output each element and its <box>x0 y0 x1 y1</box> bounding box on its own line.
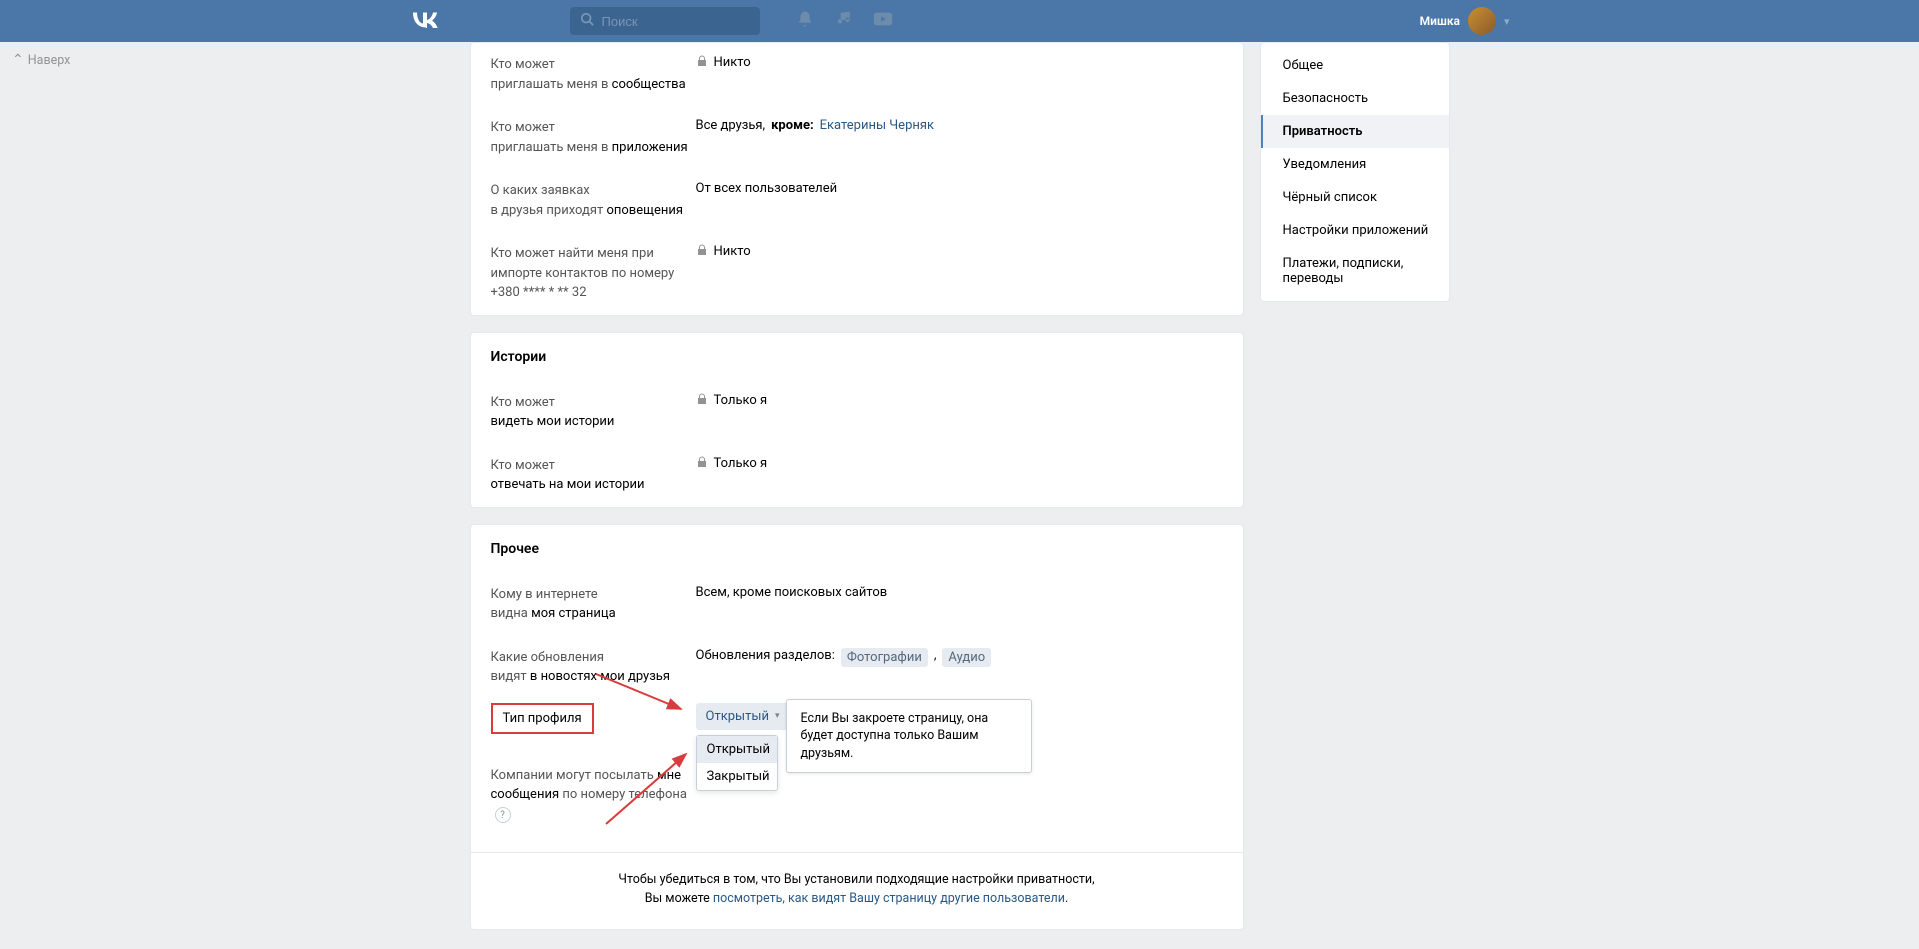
sidebar-item-payments[interactable]: Платежи, подписки, переводы <box>1261 247 1449 295</box>
dropdown-option-closed[interactable]: Закрытый <box>697 763 777 790</box>
sidebar-item-privacy[interactable]: Приватность <box>1261 115 1449 148</box>
section-title-stories: Истории <box>471 333 1243 381</box>
setting-value[interactable]: Никто <box>696 244 1223 303</box>
dropdown-option-open[interactable]: Открытый <box>697 736 777 763</box>
search-icon <box>580 12 594 30</box>
tag-photos[interactable]: Фотографии <box>841 648 928 667</box>
video-icon[interactable] <box>872 10 894 32</box>
profile-type-label-highlighted: Тип профиля <box>491 703 594 734</box>
avatar <box>1468 7 1496 35</box>
chevron-down-icon: ▾ <box>1504 15 1510 28</box>
chevron-up-icon: ⌃ <box>12 52 24 68</box>
tag-audio[interactable]: Аудио <box>942 648 991 667</box>
setting-friend-notifications: О каких заявках в друзья приходят оповещ… <box>471 169 1243 232</box>
setting-value[interactable]: Только я <box>696 456 1223 495</box>
settings-card-other: Прочее Кому в интернете видна моя страни… <box>470 524 1244 930</box>
lock-icon <box>696 456 708 471</box>
setting-invite-communities: Кто может приглашать меня в сообщества Н… <box>471 43 1243 106</box>
search-input[interactable] <box>594 14 778 29</box>
footer-link[interactable]: посмотреть, как видят Вашу страницу друг… <box>713 891 1065 906</box>
back-to-top[interactable]: ⌃ Наверх <box>12 52 70 68</box>
setting-news-updates: Какие обновления видят в новостях мои др… <box>471 636 1243 699</box>
caret-down-icon: ▾ <box>775 711 780 721</box>
sidebar-item-blacklist[interactable]: Чёрный список <box>1261 181 1449 214</box>
setting-value[interactable]: Только я <box>696 393 1223 432</box>
header: Мишка ▾ <box>0 0 1919 42</box>
notifications-icon[interactable] <box>796 10 814 32</box>
setting-stories-view: Кто может видеть мои истории Только я <box>471 381 1243 444</box>
settings-sidebar: Общее Безопасность Приватность Уведомлен… <box>1260 42 1450 302</box>
setting-page-visible: Кому в интернете видна моя страница Всем… <box>471 573 1243 636</box>
setting-contact-import: Кто может найти меня при импорте контакт… <box>471 232 1243 315</box>
sidebar-item-notifications[interactable]: Уведомления <box>1261 148 1449 181</box>
help-icon[interactable]: ? <box>495 807 511 823</box>
setting-value[interactable]: Обновления разделов: Фотографии, Аудио <box>696 648 1223 687</box>
sidebar-item-general[interactable]: Общее <box>1261 49 1449 82</box>
footer-text: Чтобы убедиться в том, что Вы установили… <box>471 852 1243 929</box>
sidebar-item-security[interactable]: Безопасность <box>1261 82 1449 115</box>
setting-value[interactable]: Никто <box>696 55 1223 94</box>
setting-profile-type: Тип профиля Открытый ▾ Открытый Закрытый… <box>471 699 1243 738</box>
profile-type-tooltip: Если Вы закроете страницу, она будет дос… <box>786 699 1032 774</box>
lock-icon <box>696 244 708 259</box>
setting-stories-reply: Кто может отвечать на мои истории Только… <box>471 444 1243 507</box>
setting-value[interactable]: Всем, кроме поисковых сайтов <box>696 585 1223 624</box>
settings-card-privacy: Кто может приглашать меня в сообщества Н… <box>470 42 1244 316</box>
lock-icon <box>696 55 708 70</box>
music-icon[interactable] <box>834 10 852 32</box>
profile-type-dropdown-list: Открытый Закрытый <box>696 735 778 791</box>
search-box[interactable] <box>570 7 760 35</box>
user-menu[interactable]: Мишка ▾ <box>1420 7 1510 35</box>
settings-card-stories: Истории Кто может видеть мои истории Тол… <box>470 332 1244 508</box>
profile-type-dropdown[interactable]: Открытый ▾ <box>696 703 790 730</box>
username: Мишка <box>1420 14 1460 28</box>
sidebar-item-app-settings[interactable]: Настройки приложений <box>1261 214 1449 247</box>
back-top-label: Наверх <box>28 53 71 68</box>
lock-icon <box>696 393 708 408</box>
setting-invite-apps: Кто может приглашать меня в приложения В… <box>471 106 1243 169</box>
setting-value[interactable]: Все друзья, кроме: Екатерины Черняк <box>696 118 1223 157</box>
section-title-other: Прочее <box>471 525 1243 573</box>
logo[interactable] <box>410 10 440 33</box>
setting-value[interactable]: От всех пользователей <box>696 181 1223 220</box>
